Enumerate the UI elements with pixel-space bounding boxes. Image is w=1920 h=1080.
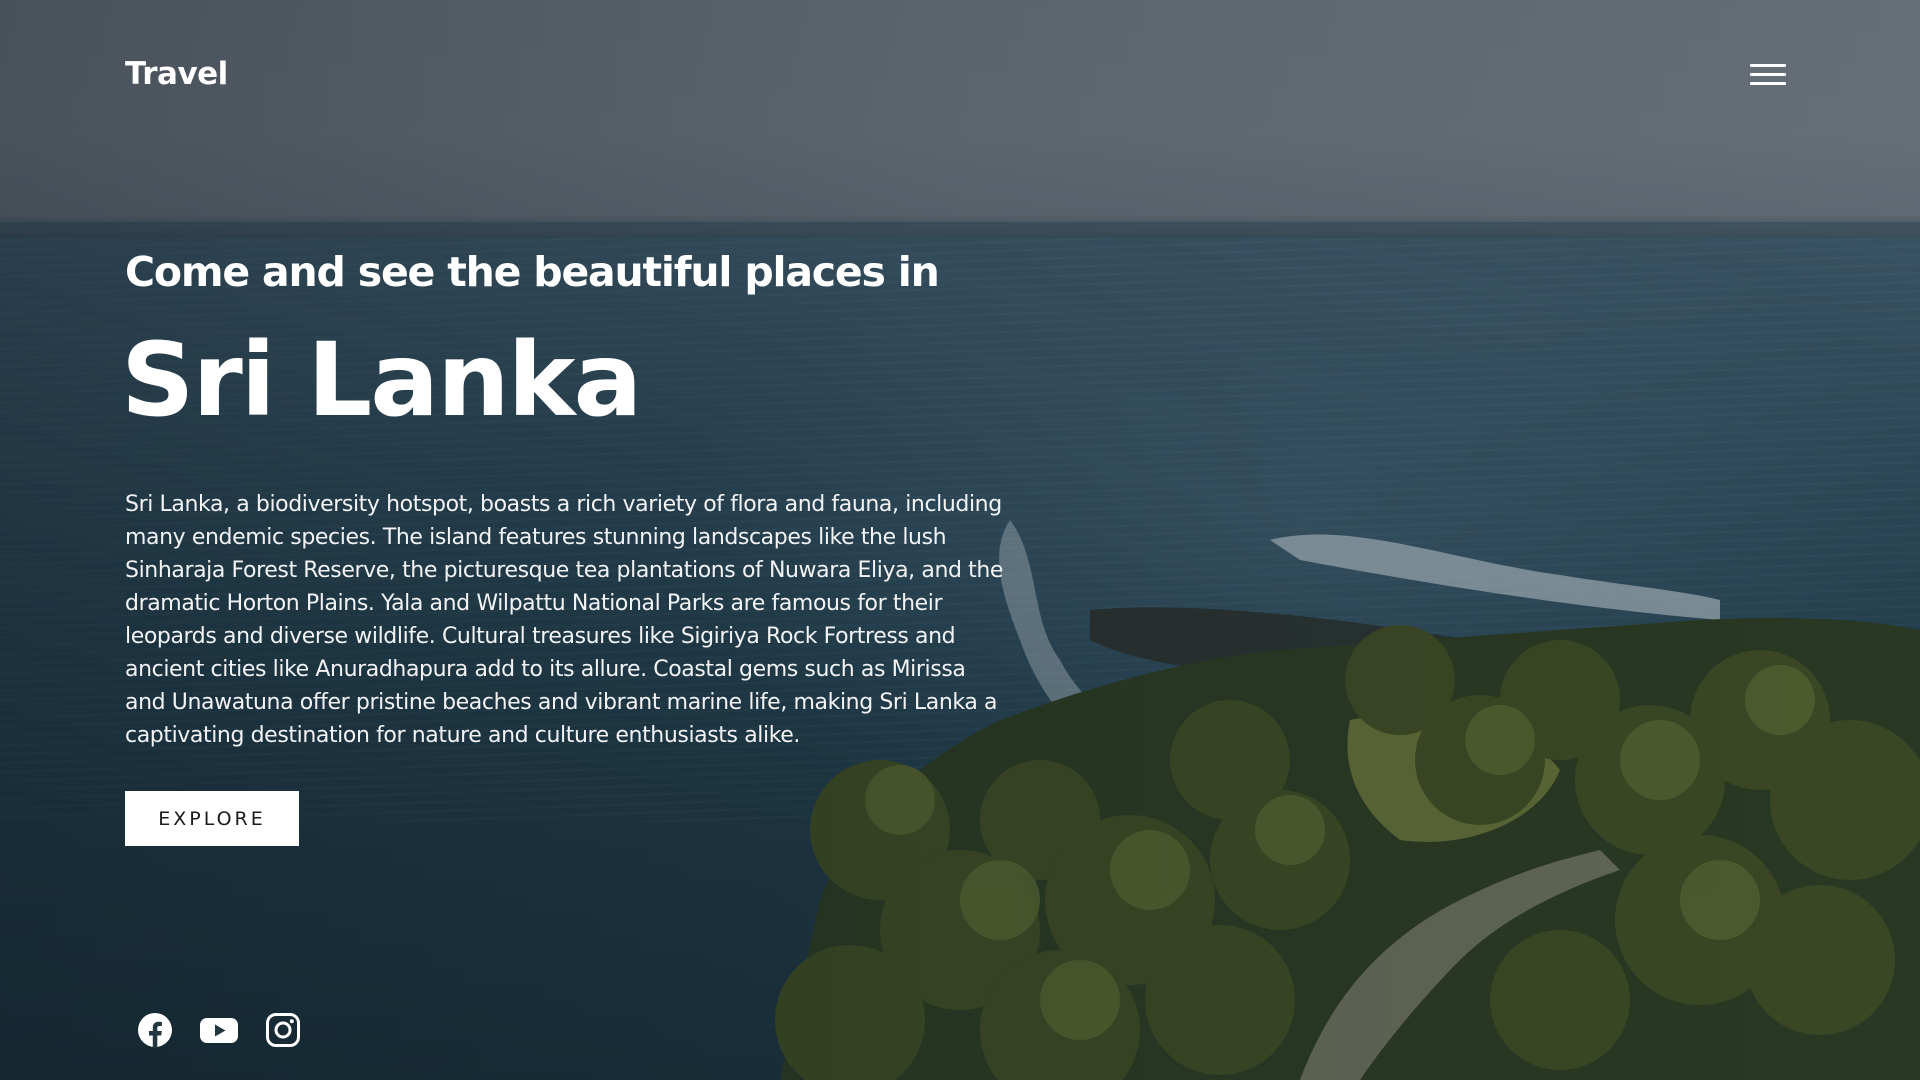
menu-bar [1750, 64, 1786, 67]
hamburger-menu-icon[interactable] [1748, 60, 1788, 90]
facebook-icon[interactable] [137, 1012, 173, 1048]
instagram-icon[interactable] [265, 1012, 301, 1048]
social-links [137, 1010, 301, 1050]
hero-subtitle: Come and see the beautiful places in [125, 248, 940, 296]
menu-bar [1750, 73, 1786, 76]
explore-button[interactable]: EXPLORE [125, 791, 299, 846]
hero-title: Sri Lanka [121, 321, 642, 440]
youtube-icon[interactable] [199, 1012, 239, 1048]
menu-bar [1750, 82, 1786, 85]
site-logo[interactable]: Travel [125, 56, 228, 92]
hero-description: Sri Lanka, a biodiversity hotspot, boast… [125, 492, 1004, 748]
